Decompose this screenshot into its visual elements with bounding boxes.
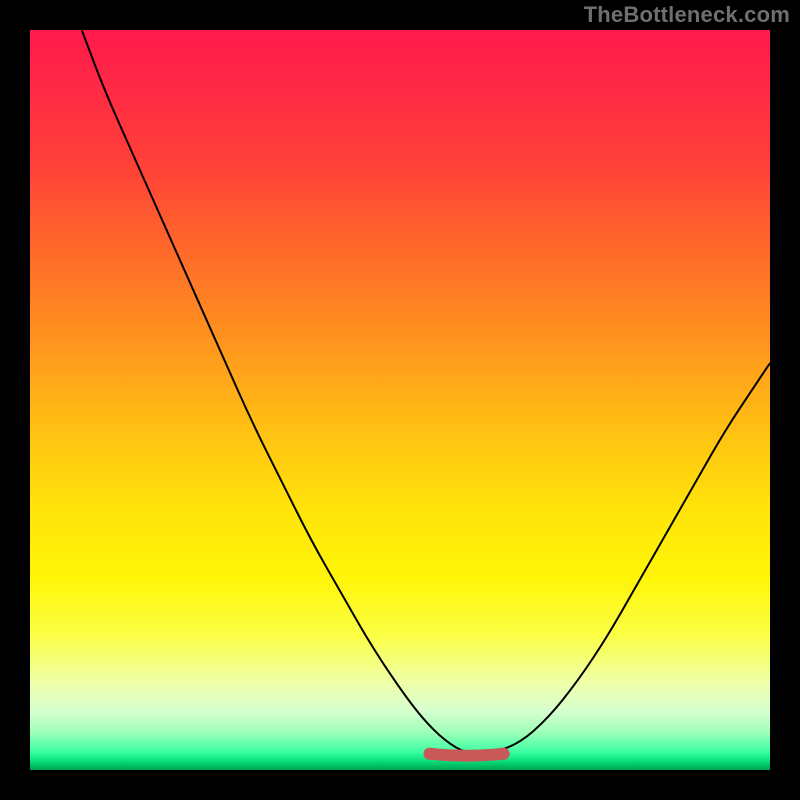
chart-frame: TheBottleneck.com <box>0 0 800 800</box>
valley-end-dot <box>498 748 510 760</box>
valley-highlight <box>430 754 504 756</box>
bottleneck-curve <box>82 30 770 754</box>
watermark-text: TheBottleneck.com <box>584 4 790 26</box>
curve-layer <box>30 30 770 770</box>
valley-start-dot <box>424 748 436 760</box>
